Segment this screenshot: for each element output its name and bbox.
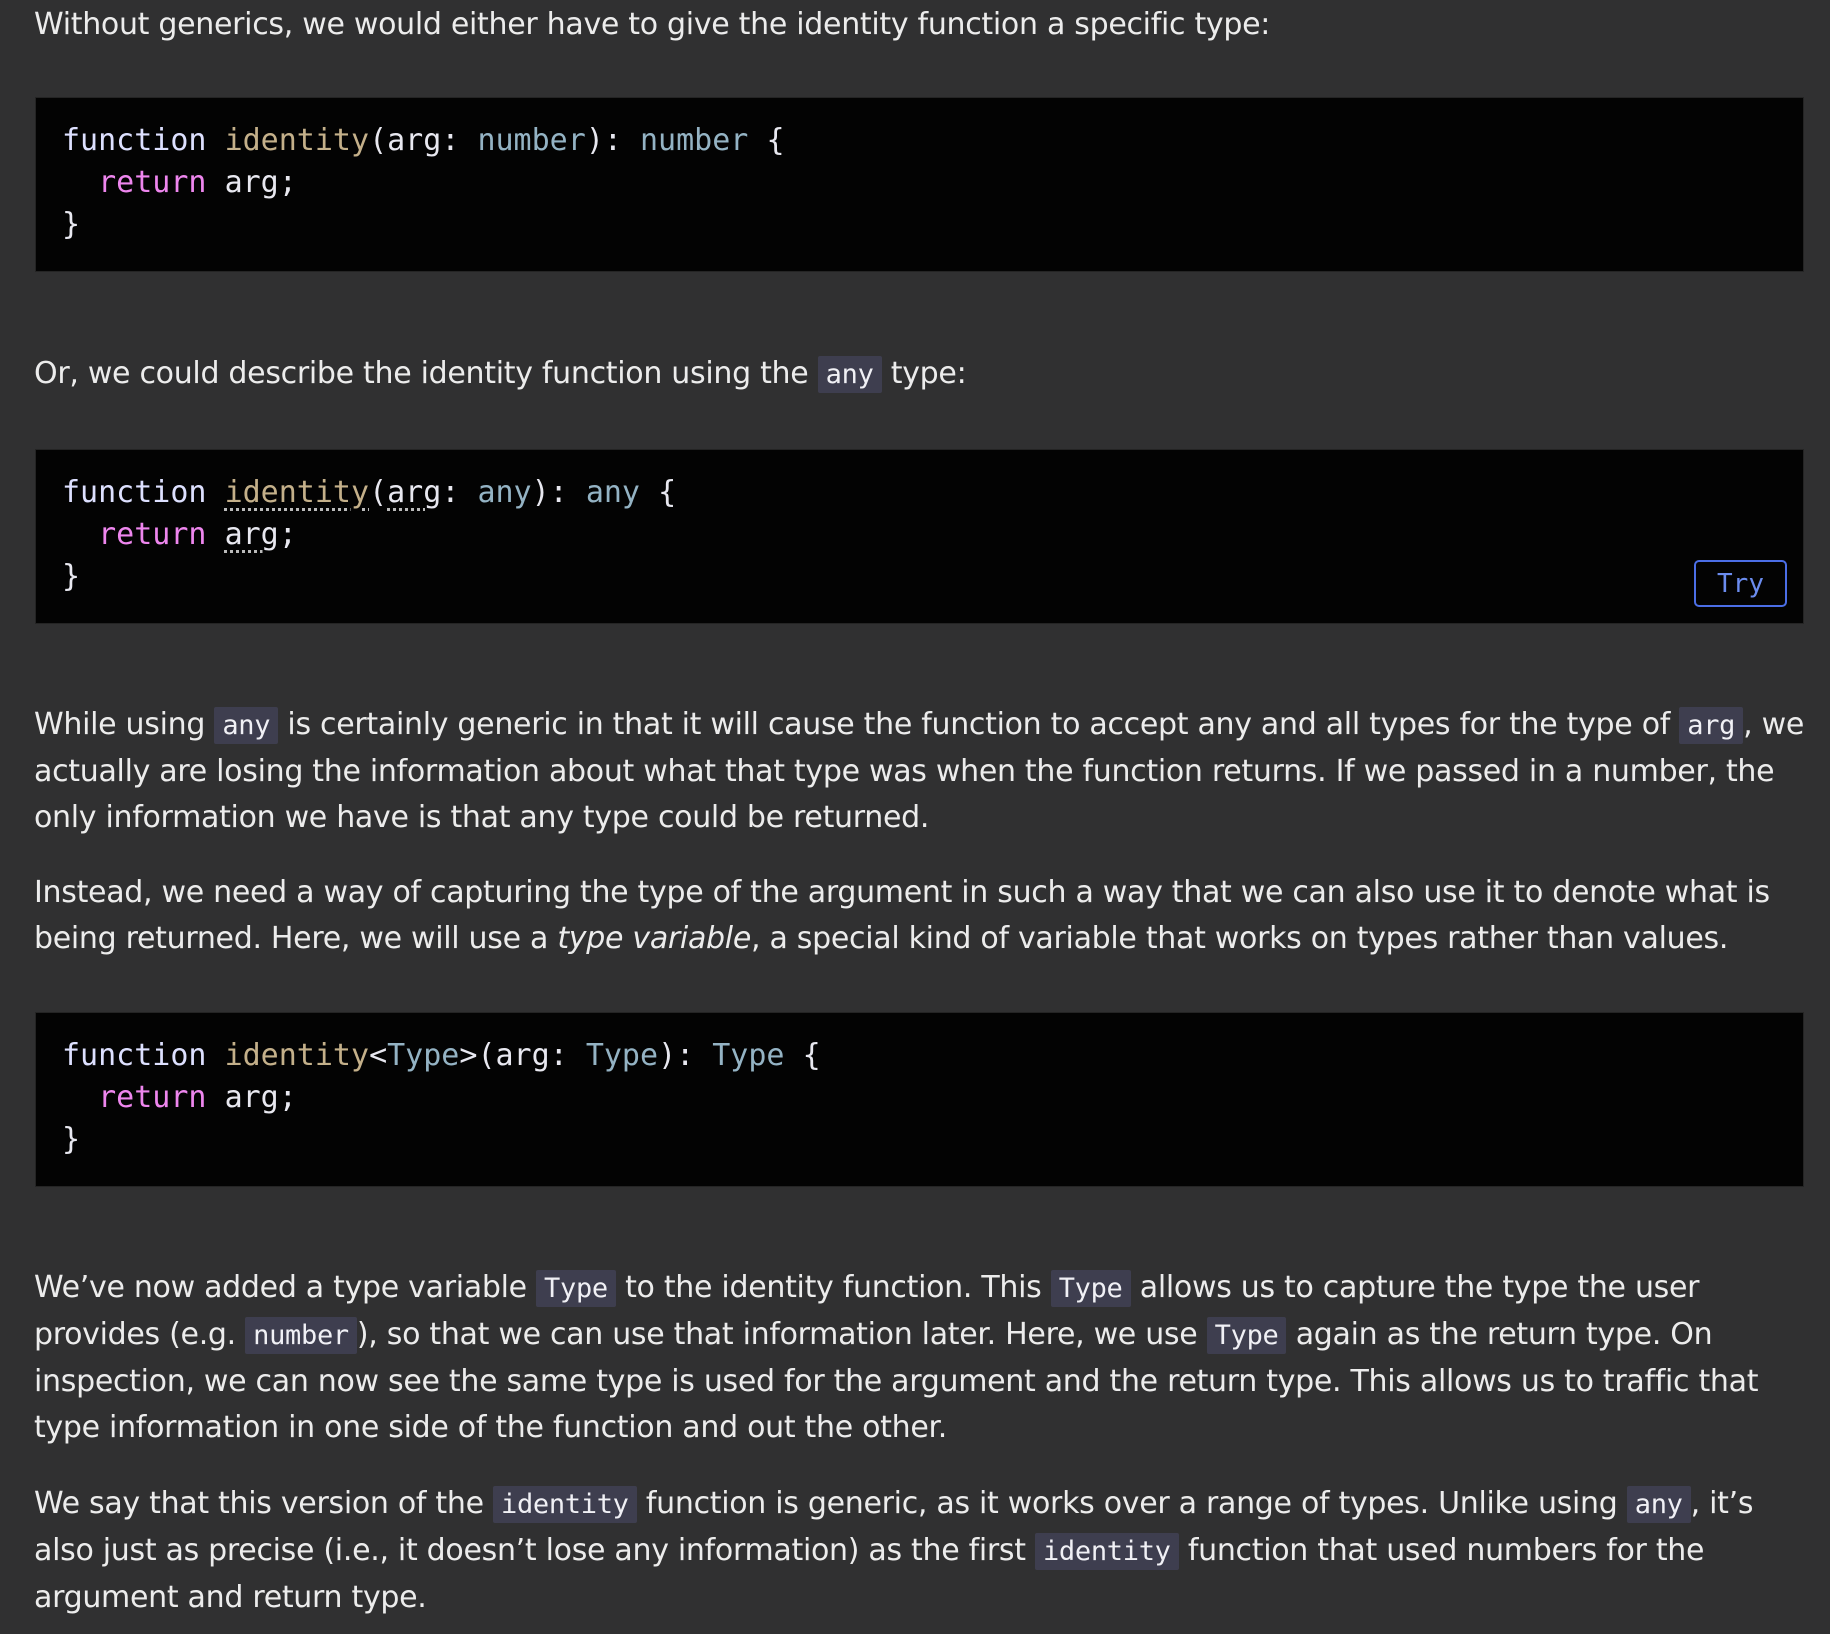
code-return-value[interactable]: arg <box>225 517 279 552</box>
code-return-keyword: return <box>98 517 207 552</box>
code-block-any: function identity(arg: any): any { retur… <box>35 449 1804 624</box>
code-text: function identity(arg: any): any { retur… <box>62 475 677 594</box>
inline-code: Type <box>1206 1317 1287 1354</box>
code-param: arg <box>387 123 442 158</box>
code-return-type: Type <box>712 1038 785 1073</box>
code-type: number <box>477 123 586 158</box>
try-button[interactable]: Try <box>1694 560 1787 607</box>
inline-code: number <box>245 1317 357 1354</box>
code-return-type: number <box>640 123 749 158</box>
code-function-name: identity <box>224 123 370 158</box>
code-block-generic: function identity<Type>(arg: Type): Type… <box>35 1012 1804 1187</box>
code-function-name: identity <box>224 1038 370 1073</box>
inline-code: any <box>214 707 279 744</box>
code-keyword: function <box>62 1038 207 1073</box>
code-text: function identity<Type>(arg: Type): Type… <box>62 1038 821 1157</box>
code-type-parameter: Type <box>387 1038 460 1073</box>
code-return-keyword: return <box>98 1080 207 1115</box>
paragraph-type-added: We’ve now added a type variable Type to … <box>34 1270 1759 1445</box>
code-param[interactable]: arg <box>387 475 441 510</box>
code-keyword: function <box>62 123 207 158</box>
inline-code: Type <box>1050 1270 1131 1307</box>
inline-code: identity <box>492 1486 637 1523</box>
inline-code: any <box>1626 1486 1691 1523</box>
inline-code: identity <box>1034 1533 1179 1570</box>
code-type: any <box>477 475 532 510</box>
inline-code: any <box>817 356 882 393</box>
paragraph-any: Or, we could describe the identity funct… <box>34 356 967 393</box>
inline-code: arg <box>1679 707 1744 744</box>
paragraph-losing-info: While using any is certainly generic in … <box>34 707 1804 835</box>
paragraph-type-variable: Instead, we need a way of capturing the … <box>34 875 1770 956</box>
code-block-number: function identity(arg: number): number {… <box>35 97 1804 272</box>
code-param: arg <box>495 1038 550 1073</box>
code-return-keyword: return <box>98 165 207 200</box>
inline-code: Type <box>536 1270 616 1307</box>
paragraph-generic-summary: We say that this version of the identity… <box>34 1486 1754 1615</box>
code-keyword: function <box>62 475 207 510</box>
code-type: Type <box>585 1038 659 1073</box>
code-return-value: arg; <box>224 165 297 200</box>
emphasis-text: type variable <box>557 921 751 956</box>
docs-content: Without generics, we would either have t… <box>0 0 1830 1634</box>
paragraph-intro: Without generics, we would either have t… <box>34 7 1271 42</box>
code-text: function identity(arg: number): number {… <box>62 123 785 242</box>
code-return-type: any <box>585 475 640 510</box>
code-return-value: arg; <box>224 1080 297 1115</box>
code-function-name[interactable]: identity <box>225 475 370 510</box>
